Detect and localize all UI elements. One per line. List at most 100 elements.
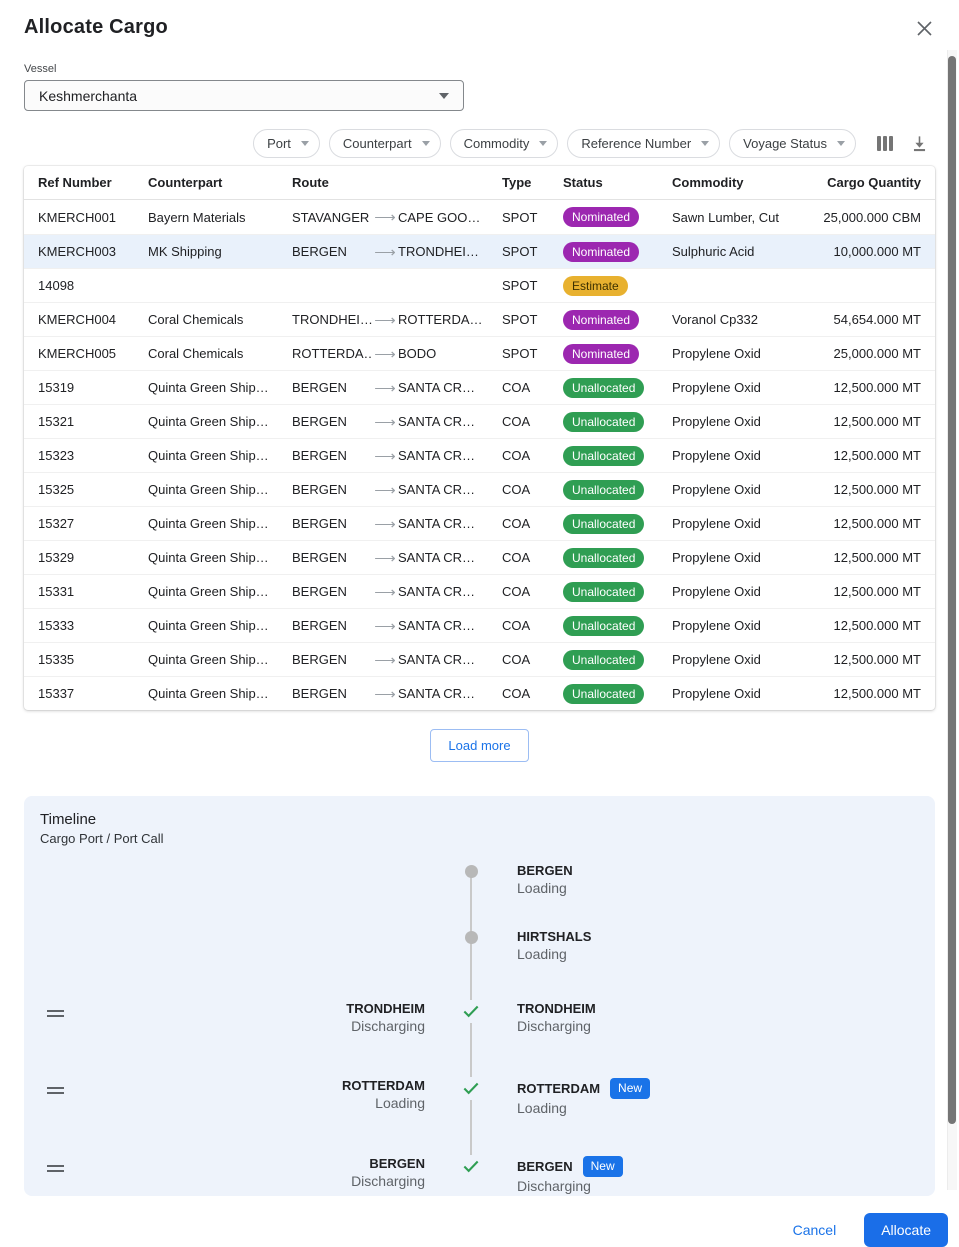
- route-cell: TRONDHEI… ⟶ ROTTERDA…: [292, 311, 502, 329]
- route-destination: TRONDHEI…: [398, 244, 479, 259]
- table-row[interactable]: 15335 Quinta Green Ship… BERGEN ⟶ SANTA …: [24, 642, 935, 676]
- timeline-dot-icon: [465, 931, 478, 944]
- dialog-header: Allocate Cargo: [0, 0, 959, 41]
- drag-handle-icon[interactable]: [47, 1010, 80, 1020]
- table-row[interactable]: 15331 Quinta Green Ship… BERGEN ⟶ SANTA …: [24, 574, 935, 608]
- filter-chips: Port Counterpart Commodity Reference Num…: [253, 129, 856, 158]
- ref-number-cell: 15323: [38, 448, 148, 463]
- ref-number-cell: KMERCH005: [38, 346, 148, 361]
- cancel-button[interactable]: Cancel: [793, 1222, 837, 1238]
- filter-chip[interactable]: Voyage Status: [729, 129, 856, 158]
- status-badge: Unallocated: [563, 514, 644, 534]
- cargo-port-activity: Discharging: [80, 1173, 425, 1190]
- allocate-button[interactable]: Allocate: [864, 1213, 948, 1247]
- table-row[interactable]: 15321 Quinta Green Ship… BERGEN ⟶ SANTA …: [24, 404, 935, 438]
- scrollbar-thumb[interactable]: [948, 56, 956, 1124]
- ref-number-cell: 15335: [38, 652, 148, 667]
- route-cell: BERGEN ⟶ SANTA CR…: [292, 515, 502, 533]
- status-cell: Nominated: [563, 310, 672, 330]
- columns-icon[interactable]: [873, 132, 897, 155]
- load-more-button[interactable]: Load more: [430, 729, 528, 762]
- timeline-marker: [425, 863, 517, 878]
- type-cell: SPOT: [502, 312, 563, 327]
- table-row[interactable]: KMERCH004 Coral Chemicals TRONDHEI… ⟶ RO…: [24, 302, 935, 336]
- route-arrow-icon: ⟶: [372, 379, 398, 397]
- port-call-activity: Loading: [517, 880, 919, 897]
- timeline-panel: Timeline Cargo Port / Port Call BERGEN L…: [24, 796, 935, 1196]
- status-cell: Unallocated: [563, 650, 672, 670]
- type-cell: COA: [502, 482, 563, 497]
- table-row[interactable]: 15325 Quinta Green Ship… BERGEN ⟶ SANTA …: [24, 472, 935, 506]
- table-row[interactable]: 14098 ⟶ SPOT Estimate: [24, 268, 935, 302]
- status-badge: Unallocated: [563, 480, 644, 500]
- status-badge: Nominated: [563, 310, 639, 330]
- vessel-select[interactable]: Keshmerchanta: [24, 80, 464, 111]
- table-row[interactable]: 15333 Quinta Green Ship… BERGEN ⟶ SANTA …: [24, 608, 935, 642]
- commodity-cell: Propylene Oxid: [672, 414, 802, 429]
- counterpart-cell: Quinta Green Ship…: [148, 652, 292, 667]
- table-row[interactable]: 15327 Quinta Green Ship… BERGEN ⟶ SANTA …: [24, 506, 935, 540]
- route-cell: BERGEN ⟶ SANTA CR…: [292, 481, 502, 499]
- counterpart-cell: Quinta Green Ship…: [148, 516, 292, 531]
- commodity-cell: Propylene Oxid: [672, 346, 802, 361]
- port-call-name: TRONDHEIM: [517, 1001, 919, 1017]
- route-arrow-icon: ⟶: [372, 685, 398, 703]
- close-icon[interactable]: [912, 16, 937, 41]
- route-cell: BERGEN ⟶ SANTA CR…: [292, 685, 502, 703]
- route-arrow-icon: ⟶: [372, 311, 398, 329]
- counterpart-cell: Coral Chemicals: [148, 312, 292, 327]
- column-header: Cargo Quantity: [802, 175, 921, 190]
- route-arrow-icon: ⟶: [372, 345, 398, 363]
- type-cell: COA: [502, 550, 563, 565]
- quantity-cell: 12,500.000 MT: [802, 550, 921, 565]
- port-call-name-text: BERGEN: [517, 1159, 573, 1174]
- type-cell: SPOT: [502, 346, 563, 361]
- type-cell: COA: [502, 686, 563, 701]
- table-row[interactable]: 15337 Quinta Green Ship… BERGEN ⟶ SANTA …: [24, 676, 935, 710]
- port-call-name: ROTTERDAMNew: [517, 1078, 919, 1099]
- download-icon[interactable]: [906, 130, 933, 157]
- table-row[interactable]: KMERCH001 Bayern Materials STAVANGER ⟶ C…: [24, 200, 935, 234]
- vessel-value: Keshmerchanta: [39, 88, 137, 104]
- ref-number-cell: 15337: [38, 686, 148, 701]
- ref-number-cell: 15333: [38, 618, 148, 633]
- counterpart-cell: Quinta Green Ship…: [148, 448, 292, 463]
- table-row[interactable]: 15323 Quinta Green Ship… BERGEN ⟶ SANTA …: [24, 438, 935, 472]
- dialog-footer: Cancel Allocate: [0, 1213, 948, 1247]
- table-row[interactable]: KMERCH005 Coral Chemicals ROTTERDA… ⟶ BO…: [24, 336, 935, 370]
- route-arrow-icon: ⟶: [372, 413, 398, 431]
- timeline-port-call: BERGEN Loading: [517, 863, 919, 897]
- column-header: Ref Number: [38, 175, 148, 190]
- status-cell: Unallocated: [563, 378, 672, 398]
- status-cell: Unallocated: [563, 446, 672, 466]
- filter-chip[interactable]: Commodity: [450, 129, 559, 158]
- vessel-field: Vessel Keshmerchanta: [24, 63, 935, 111]
- port-call-name-text: ROTTERDAM: [517, 1081, 600, 1096]
- drag-handle-icon[interactable]: [47, 1087, 80, 1097]
- route-destination: SANTA CR…: [398, 516, 475, 531]
- drag-handle-icon[interactable]: [47, 1165, 80, 1175]
- port-call-name-text: TRONDHEIM: [517, 1001, 596, 1016]
- chevron-down-icon: [301, 141, 309, 146]
- ref-number-cell: 15325: [38, 482, 148, 497]
- quantity-cell: 10,000.000 MT: [802, 244, 921, 259]
- route-arrow-icon: ⟶: [372, 447, 398, 465]
- filter-chip[interactable]: Reference Number: [567, 129, 720, 158]
- counterpart-cell: Quinta Green Ship…: [148, 414, 292, 429]
- check-icon: [461, 1077, 481, 1100]
- filter-chip[interactable]: Counterpart: [329, 129, 441, 158]
- timeline-port-call: ROTTERDAMNew Loading: [517, 1078, 919, 1117]
- route-cell: BERGEN ⟶ SANTA CR…: [292, 379, 502, 397]
- table-row[interactable]: 15319 Quinta Green Ship… BERGEN ⟶ SANTA …: [24, 370, 935, 404]
- type-cell: COA: [502, 448, 563, 463]
- port-call-name: BERGEN: [517, 863, 919, 879]
- quantity-cell: 54,654.000 MT: [802, 312, 921, 327]
- route-destination: SANTA CR…: [398, 482, 475, 497]
- filter-chip-label: Reference Number: [581, 136, 691, 151]
- chevron-down-icon: [422, 141, 430, 146]
- filter-chip[interactable]: Port: [253, 129, 320, 158]
- timeline-item: BERGEN Loading: [40, 863, 919, 929]
- table-row[interactable]: KMERCH003 MK Shipping BERGEN ⟶ TRONDHEI……: [24, 234, 935, 268]
- table-row[interactable]: 15329 Quinta Green Ship… BERGEN ⟶ SANTA …: [24, 540, 935, 574]
- timeline-marker: [425, 1156, 517, 1178]
